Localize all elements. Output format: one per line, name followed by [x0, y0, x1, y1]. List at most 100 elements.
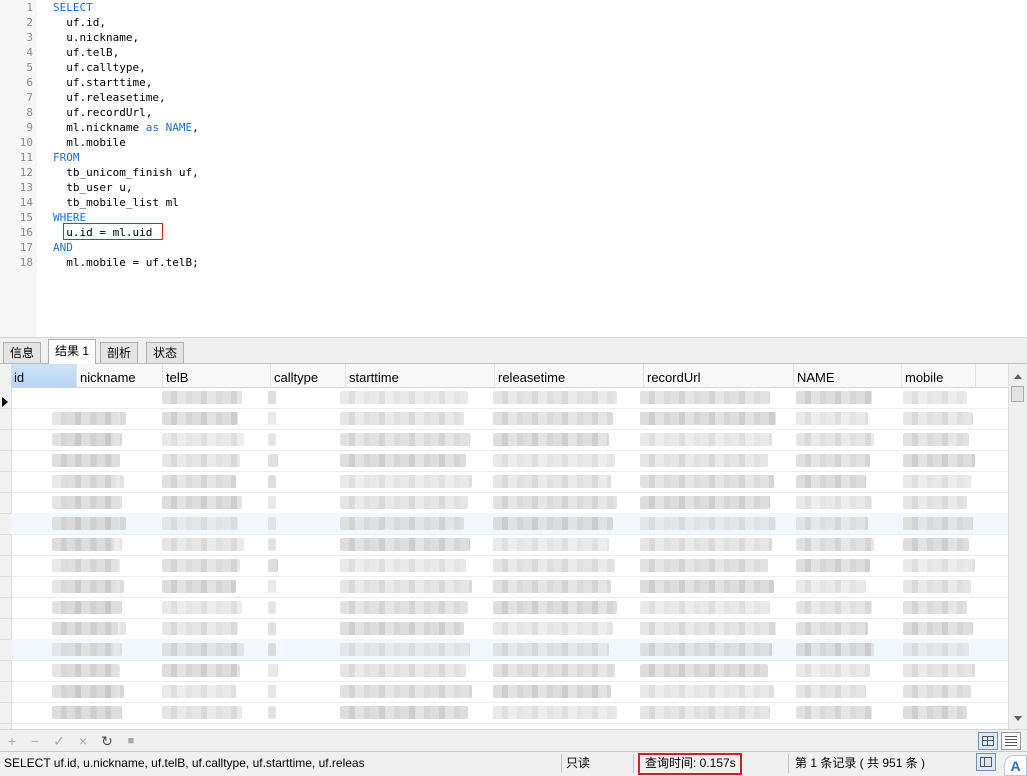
refresh-icon[interactable]: ↻ — [98, 732, 116, 750]
tab-status[interactable]: 状态 — [146, 342, 185, 363]
table-row[interactable] — [11, 618, 1008, 640]
status-view-toggle[interactable] — [976, 753, 996, 771]
row-marker[interactable] — [0, 702, 11, 724]
code-text[interactable]: uf.releasetime, — [53, 90, 165, 105]
column-header-starttime[interactable]: starttime — [346, 364, 495, 387]
tab-profile[interactable]: 剖析 — [100, 342, 139, 363]
table-row[interactable] — [11, 555, 1008, 577]
line-number: 15 — [19, 211, 33, 224]
obscured-cell — [796, 559, 870, 572]
code-text[interactable]: uf.id, — [53, 15, 106, 30]
scroll-thumb[interactable] — [1011, 386, 1024, 402]
table-row[interactable] — [11, 429, 1008, 451]
discard-changes-icon[interactable]: × — [74, 732, 92, 750]
row-marker[interactable] — [0, 576, 11, 598]
input-method-icon[interactable]: A — [1004, 755, 1027, 776]
obscured-cell — [903, 601, 967, 614]
column-header-id[interactable]: id — [11, 364, 77, 387]
row-marker[interactable] — [0, 429, 11, 451]
column-header-mobile[interactable]: mobile — [902, 364, 976, 387]
obscured-cell — [162, 685, 236, 698]
line-number: 8 — [26, 106, 33, 119]
table-row[interactable] — [11, 597, 1008, 619]
obscured-cell — [340, 643, 470, 656]
row-marker[interactable] — [0, 513, 11, 535]
obscured-cell — [493, 601, 617, 614]
table-row[interactable] — [11, 660, 1008, 682]
row-marker[interactable] — [0, 450, 11, 472]
apply-changes-icon[interactable]: ✓ — [50, 732, 68, 750]
row-marker[interactable] — [0, 639, 11, 661]
code-text[interactable]: uf.calltype, — [53, 60, 145, 75]
column-header-calltype[interactable]: calltype — [271, 364, 346, 387]
table-row[interactable] — [11, 408, 1008, 430]
sql-token: uf.id, — [53, 16, 106, 29]
vertical-scrollbar[interactable] — [1008, 364, 1027, 729]
row-marker[interactable] — [0, 534, 11, 556]
table-row[interactable] — [11, 576, 1008, 598]
code-text[interactable]: tb_user u, — [53, 180, 132, 195]
obscured-cell — [493, 538, 609, 551]
code-text[interactable]: tb_mobile_list ml — [53, 195, 179, 210]
row-marker[interactable] — [0, 492, 11, 514]
obscured-cell — [162, 517, 238, 530]
scroll-up-icon[interactable] — [1014, 374, 1022, 379]
scroll-down-icon[interactable] — [1014, 716, 1022, 721]
row-marker[interactable] — [0, 660, 11, 682]
table-row[interactable] — [11, 639, 1008, 661]
row-marker[interactable] — [0, 618, 11, 640]
delete-record-icon[interactable]: − — [26, 732, 44, 750]
row-marker[interactable] — [0, 387, 11, 409]
result-grid[interactable]: id nickname telB calltype starttime rele… — [0, 364, 1008, 729]
column-header-telb[interactable]: telB — [163, 364, 271, 387]
form-view-button[interactable] — [1001, 732, 1021, 750]
table-row[interactable] — [11, 471, 1008, 493]
table-row[interactable] — [11, 513, 1008, 535]
column-header-name[interactable]: NAME — [794, 364, 902, 387]
code-text[interactable]: SELECT — [53, 0, 93, 15]
table-row[interactable] — [11, 681, 1008, 703]
code-text[interactable]: ml.mobile = uf.telB; — [53, 255, 198, 270]
code-text[interactable]: tb_unicom_finish uf, — [53, 165, 198, 180]
sql-keyword: AND — [53, 241, 73, 254]
column-header-recordurl[interactable]: recordUrl — [644, 364, 794, 387]
obscured-cell — [640, 559, 768, 572]
column-header-nickname[interactable]: nickname — [77, 364, 163, 387]
obscured-cell — [162, 538, 244, 551]
obscured-cell — [796, 685, 866, 698]
code-text[interactable]: uf.telB, — [53, 45, 119, 60]
row-marker[interactable] — [0, 408, 11, 430]
tab-result-1[interactable]: 结果 1 — [48, 339, 97, 364]
code-text[interactable]: FROM — [53, 150, 80, 165]
stop-icon[interactable]: ■ — [122, 732, 140, 750]
obscured-cell — [66, 433, 122, 446]
table-row[interactable] — [11, 450, 1008, 472]
obscured-cell — [493, 622, 613, 635]
code-text[interactable]: ml.mobile — [53, 135, 126, 150]
row-marker[interactable] — [0, 681, 11, 703]
table-row[interactable] — [11, 492, 1008, 514]
grid-header-row: id nickname telB calltype starttime rele… — [11, 364, 1008, 388]
table-row[interactable] — [11, 702, 1008, 724]
code-text[interactable]: uf.starttime, — [53, 75, 152, 90]
row-marker[interactable] — [0, 471, 11, 493]
code-text[interactable]: ml.nickname as NAME, — [53, 120, 198, 135]
tab-info[interactable]: 信息 — [3, 342, 42, 363]
table-row[interactable] — [11, 534, 1008, 556]
row-marker[interactable] — [0, 597, 11, 619]
sql-editor[interactable]: 1 SELECT 2 uf.id, 3 u.nickname, 4 uf.telB, 5 … — [0, 0, 1027, 338]
row-marker[interactable] — [0, 555, 11, 577]
grid-view-button[interactable] — [978, 732, 998, 750]
obscured-cell — [493, 559, 615, 572]
table-row[interactable] — [11, 387, 1008, 409]
obscured-cell — [903, 475, 971, 488]
line-number: 11 — [19, 151, 33, 164]
code-text[interactable]: u.nickname, — [53, 30, 139, 45]
obscured-cell — [162, 622, 238, 635]
code-text[interactable]: AND — [53, 240, 73, 255]
add-record-icon[interactable]: + — [3, 732, 21, 750]
line-number: 10 — [19, 136, 33, 149]
column-header-releasetime[interactable]: releasetime — [495, 364, 644, 387]
code-text[interactable]: uf.recordUrl, — [53, 105, 152, 120]
obscured-cell — [340, 685, 472, 698]
